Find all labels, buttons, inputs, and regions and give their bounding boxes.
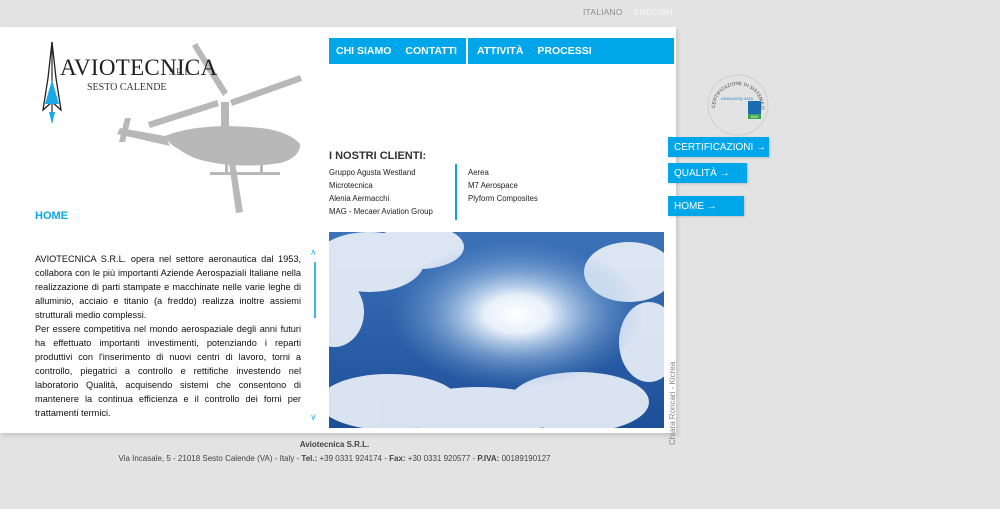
client-item: Aerea [468, 168, 489, 177]
logo-srl: S.R.L. [169, 67, 193, 77]
arrow-right-icon: → [719, 167, 730, 179]
nav-divider [465, 38, 468, 64]
nav-processi[interactable]: PROCESSI [530, 38, 598, 64]
scroll-down-icon[interactable]: ∨ [310, 412, 317, 423]
footer-contact: Via Incasale, 5 - 21018 Sesto Calende (V… [0, 454, 669, 463]
footer-address: Via Incasale, 5 - 21018 Sesto Calende (V… [118, 454, 302, 463]
client-item: Microtecnica [329, 181, 373, 190]
lang-separator: · [626, 7, 630, 17]
lang-italiano[interactable]: ITALIANO [583, 7, 623, 17]
photo-credit[interactable]: Chiara Roncari - Kicrea [668, 362, 677, 445]
client-item: Plyform Composites [468, 194, 538, 203]
qualita-button[interactable]: QUALITÀ → [668, 163, 747, 183]
arrow-right-icon: → [756, 141, 767, 153]
intro-paragraph-2: Per essere competitiva nel mondo aerospa… [35, 324, 301, 418]
certificazioni-label: CERTIFICAZIONI [674, 141, 754, 153]
arrow-right-icon: → [706, 200, 717, 212]
sky-photo [329, 232, 664, 428]
intro-paragraph-1: AVIOTECNICA S.R.L. opera nel settore aer… [35, 254, 301, 320]
lang-english[interactable]: ENGLISH [634, 7, 673, 17]
main-nav: CHI SIAMO CONTATTI ATTIVITÀ PROCESSI [329, 38, 674, 64]
client-item: MAG - Mecaer Aviation Group [329, 207, 433, 216]
footer-tel-label: Tel.: [301, 454, 318, 463]
footer-fax-label: Fax: [389, 454, 406, 463]
clients-list-2: Aerea M7 Aerospace Plyform Composites [468, 166, 538, 205]
footer-piva-label: P.IVA: [477, 454, 500, 463]
scrollbar-thumb[interactable] [314, 262, 316, 318]
home-button[interactable]: HOME → [668, 196, 744, 216]
client-item: M7 Aerospace [468, 181, 518, 190]
nav-contatti[interactable]: CONTATTI [398, 38, 464, 64]
language-switcher: ITALIANO · ENGLISH [583, 7, 672, 17]
logo-subtitle: SESTO CALENDE [87, 82, 167, 93]
intro-text: AVIOTECNICA S.R.L. opera nel settore aer… [35, 252, 301, 420]
scroll-up-icon[interactable]: ∧ [310, 247, 317, 258]
home-label: HOME [674, 200, 704, 212]
clients-title: I NOSTRI CLIENTI: [329, 150, 427, 162]
certificazioni-button[interactable]: CERTIFICAZIONI → [668, 137, 769, 157]
client-item: Alenia Aermacchi [329, 194, 390, 203]
logo-title: AVIOTECNICA [60, 55, 218, 80]
page-title: HOME [35, 210, 68, 222]
certification-seal-icon[interactable]: CERTIFICAZIONE DI SISTEMA QUALITÀ AS/EN/… [705, 72, 770, 137]
nav-attivita[interactable]: ATTIVITÀ [470, 38, 530, 64]
client-item: Gruppo Agusta Westland [329, 168, 416, 177]
footer-piva: 00189190127 [499, 454, 551, 463]
seal-mark: DNV [751, 115, 759, 119]
nav-chi-siamo[interactable]: CHI SIAMO [329, 38, 398, 64]
footer-tel: +39 0331 924174 - [317, 454, 390, 463]
footer-company: Aviotecnica S.R.L. [299, 440, 370, 449]
footer-fax: +30 0331 920577 - [405, 454, 478, 463]
clients-divider [455, 164, 457, 220]
clients-list-1: Gruppo Agusta Westland Microtecnica Alen… [329, 166, 433, 218]
qualita-label: QUALITÀ [674, 167, 717, 179]
seal-standard: AS/EN/JISQ 9100 [721, 96, 754, 101]
